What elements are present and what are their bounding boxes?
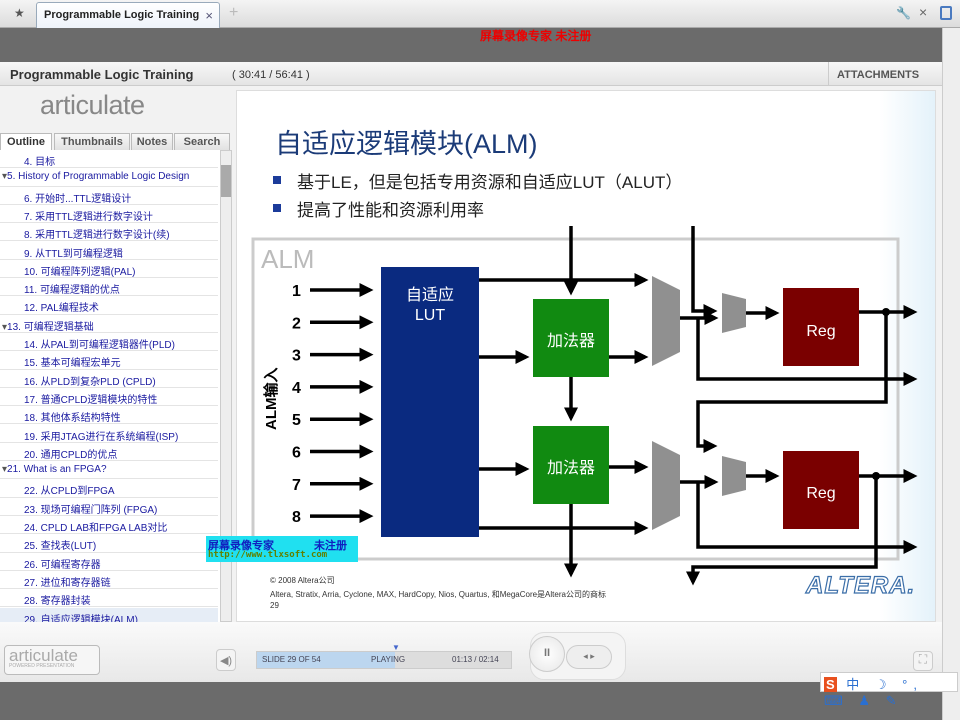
adder-label-1: 加法器 [547, 332, 595, 350]
slide-time: 01:13 / 02:14 [452, 655, 499, 664]
watermark-box: 屏幕录像专家 未注册 http://www.tlxsoft.com [206, 536, 358, 562]
footer-copyright: © 2008 Altera公司 [270, 576, 335, 585]
slide-number: 29 [270, 601, 279, 610]
reg-label-1: Reg [806, 323, 835, 340]
mux-1 [652, 276, 680, 366]
slide-counter: SLIDE 29 OF 54 [262, 655, 321, 664]
progress-marker-icon[interactable]: ▼ [392, 643, 400, 652]
input-number: 4 [292, 380, 301, 397]
alm-inputs-label: ALM输入 [262, 368, 280, 431]
input-number: 7 [292, 477, 301, 494]
prev-next-buttons[interactable]: ◂ ▸ [566, 645, 612, 669]
mux-4 [722, 456, 746, 496]
input-number: 5 [292, 412, 301, 429]
ime-toolbar[interactable]: S 中 ☽ °, ⌨ ♟ ✎ [820, 672, 958, 708]
lut-label-2: LUT [415, 307, 445, 324]
sogou-icon[interactable]: S [824, 677, 837, 692]
mux-3 [722, 293, 746, 333]
input-number: 2 [292, 315, 301, 332]
mux-2 [652, 441, 680, 530]
input-number: 8 [292, 509, 301, 526]
volume-button[interactable]: ◀) [216, 649, 236, 671]
input-number: 3 [292, 348, 301, 365]
logo-sub: POWERED PRESENTATION [9, 663, 75, 669]
junction-dot [872, 472, 880, 480]
fullscreen-button[interactable]: ⛶ [913, 651, 933, 671]
input-number: 6 [292, 445, 301, 462]
watermark-url: http://www.tlxsoft.com [208, 550, 328, 560]
play-state: PLAYING [371, 655, 406, 664]
lut-label-1: 自适应 [406, 285, 454, 304]
footer-trademark: Altera, Stratix, Arria, Cyclone, MAX, Ha… [270, 590, 606, 599]
articulate-bottom-logo: articulate POWERED PRESENTATION [4, 645, 100, 675]
reg-label-2: Reg [806, 485, 835, 502]
junction-dot [882, 308, 890, 316]
alm-label: ALM [261, 244, 314, 274]
altera-logo: ALTERA. [805, 571, 916, 599]
input-number: 1 [292, 283, 301, 300]
alm-diagram: ALM ALM输入 1 2 3 4 5 6 7 8 自适应 LUT 加法器 加法器 Reg R… [251, 226, 918, 586]
adder-label-2: 加法器 [547, 459, 595, 477]
pause-button[interactable]: II [529, 636, 565, 672]
